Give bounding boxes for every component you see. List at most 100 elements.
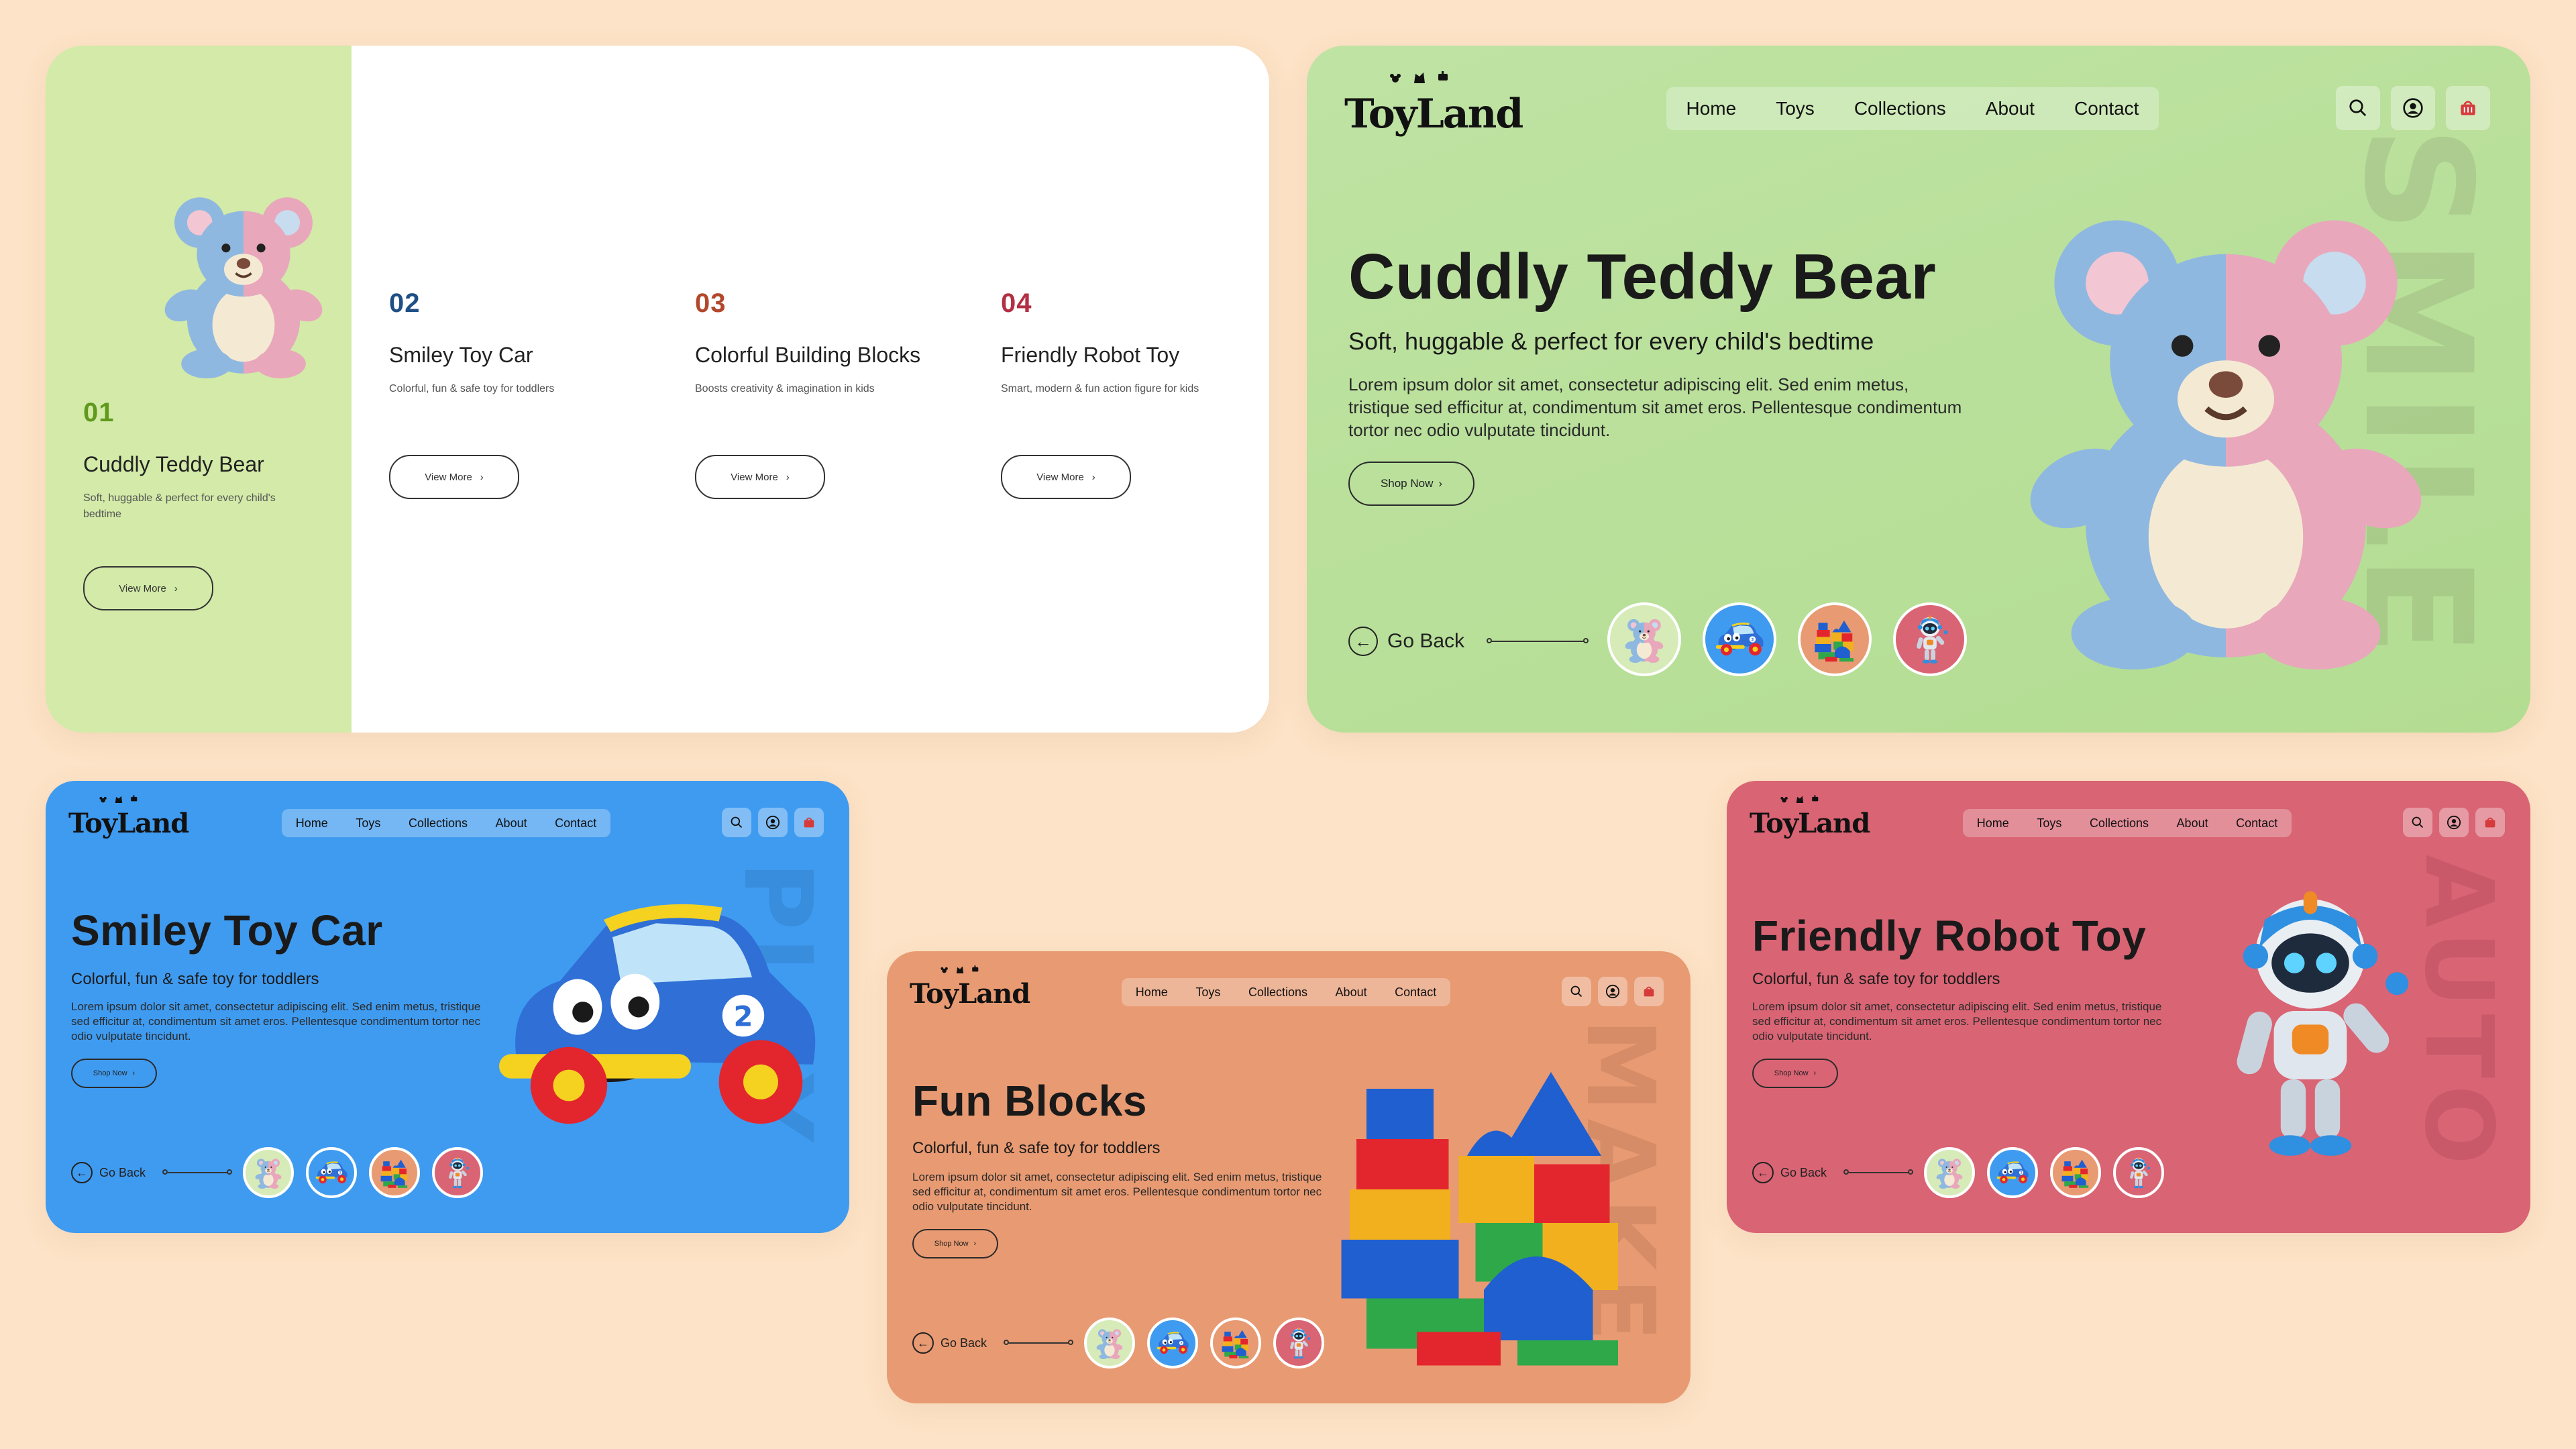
- chevron-right-icon: ›: [786, 471, 790, 483]
- account-button[interactable]: [2439, 808, 2469, 837]
- slider-track[interactable]: [1487, 638, 1589, 643]
- nav-contact[interactable]: Contact: [555, 816, 596, 830]
- item-description: Boosts creativity & imagination in kids: [695, 383, 875, 394]
- teddy-thumb-image: [1935, 1159, 1964, 1189]
- thumb-robot[interactable]: [1893, 602, 1967, 676]
- toyland-logo[interactable]: ToyLand: [910, 965, 1030, 1008]
- thumb-teddy[interactable]: [1924, 1147, 1975, 1198]
- toyland-logo[interactable]: ToyLand: [68, 795, 189, 839]
- cart-button[interactable]: [1634, 977, 1664, 1006]
- teddy-thumb-image: [1095, 1329, 1124, 1359]
- account-button[interactable]: [1598, 977, 1627, 1006]
- nav-home[interactable]: Home: [1136, 985, 1168, 1000]
- nav-home[interactable]: Home: [1977, 816, 2009, 830]
- hero-subtitle: Colorful, fun & safe toy for toddlers: [71, 970, 319, 988]
- nav-toys[interactable]: Toys: [2037, 816, 2061, 830]
- go-back-button[interactable]: ← Go Back: [71, 1162, 146, 1183]
- nav-toys[interactable]: Toys: [356, 816, 380, 830]
- nav-collections[interactable]: Collections: [2090, 816, 2149, 830]
- thumb-blocks[interactable]: [1210, 1318, 1261, 1368]
- thumb-blocks[interactable]: [369, 1147, 420, 1198]
- list-item: 02 Smiley Toy Car Colorful, fun & safe t…: [389, 288, 590, 397]
- nav-about[interactable]: About: [496, 816, 527, 830]
- search-icon: [2412, 816, 2424, 828]
- hero-title: Cuddly Teddy Bear: [1348, 241, 1937, 313]
- nav-collections[interactable]: Collections: [1854, 98, 1946, 119]
- go-back-label: Go Back: [1387, 630, 1465, 652]
- nav-contact[interactable]: Contact: [1395, 985, 1436, 1000]
- brand-name: ToyLand: [68, 808, 189, 839]
- cart-button[interactable]: [2475, 808, 2505, 837]
- item-description: Smart, modern & fun action figure for ki…: [1001, 383, 1199, 394]
- slider-track[interactable]: [1843, 1169, 1913, 1175]
- go-back-label: Go Back: [941, 1336, 987, 1350]
- shop-now-button[interactable]: Shop Now ›: [1752, 1059, 1838, 1088]
- basket-icon: [1644, 986, 1654, 997]
- search-icon: [2349, 99, 2367, 117]
- view-more-button[interactable]: View More ›: [389, 455, 519, 499]
- thumb-teddy[interactable]: [1607, 602, 1681, 676]
- search-button[interactable]: [722, 808, 751, 837]
- blocks-thumb-image: [380, 1159, 408, 1188]
- view-more-label: View More: [731, 471, 778, 483]
- nav-collections[interactable]: Collections: [409, 816, 468, 830]
- toy-car-hero-image: [482, 888, 830, 1143]
- chevron-right-icon: ›: [973, 1240, 977, 1248]
- view-more-button[interactable]: View More ›: [695, 455, 825, 499]
- go-back-button[interactable]: ← Go Back: [1348, 627, 1464, 656]
- thumb-blocks[interactable]: [2050, 1147, 2101, 1198]
- product-list-card: 01 Cuddly Teddy Bear Soft, huggable & pe…: [46, 46, 1269, 733]
- shop-now-button[interactable]: Shop Now ›: [1348, 462, 1474, 506]
- basket-icon: [804, 817, 814, 828]
- thumb-car[interactable]: [306, 1147, 357, 1198]
- cart-button[interactable]: [794, 808, 824, 837]
- shop-now-button[interactable]: Shop Now ›: [912, 1229, 998, 1258]
- nav-toys[interactable]: Toys: [1195, 985, 1220, 1000]
- go-back-button[interactable]: ← Go Back: [912, 1332, 987, 1354]
- nav-collections[interactable]: Collections: [1248, 985, 1307, 1000]
- search-button[interactable]: [2336, 86, 2380, 130]
- item-description: Soft, huggable & perfect for every child…: [83, 492, 276, 520]
- account-button[interactable]: [758, 808, 788, 837]
- slider-track[interactable]: [162, 1169, 232, 1175]
- go-back-button[interactable]: ← Go Back: [1752, 1162, 1827, 1183]
- nav-toys[interactable]: Toys: [1776, 98, 1815, 119]
- shop-now-label: Shop Now: [1774, 1069, 1809, 1077]
- view-more-button[interactable]: View More ›: [1001, 455, 1131, 499]
- chevron-right-icon: ›: [174, 582, 178, 594]
- toyland-logo[interactable]: ToyLand: [1750, 795, 1870, 837]
- view-more-button[interactable]: View More ›: [83, 566, 213, 610]
- thumb-blocks[interactable]: [1798, 602, 1872, 676]
- nav-about[interactable]: About: [1986, 98, 2035, 119]
- thumb-robot[interactable]: [432, 1147, 483, 1198]
- search-icon: [731, 816, 743, 828]
- account-button[interactable]: [2391, 86, 2435, 130]
- thumb-car[interactable]: [1147, 1318, 1198, 1368]
- list-item: 01 Cuddly Teddy Bear Soft, huggable & pe…: [83, 398, 305, 523]
- building-blocks-hero-image: [1341, 1072, 1618, 1366]
- nav-home[interactable]: Home: [296, 816, 328, 830]
- car-thumb-image: [1996, 1161, 2029, 1184]
- thumb-car[interactable]: [1703, 602, 1776, 676]
- nav-home[interactable]: Home: [1686, 98, 1737, 119]
- hero-subtitle: Colorful, fun & safe toy for toddlers: [912, 1139, 1161, 1157]
- arrow-left-icon: ←: [71, 1162, 93, 1183]
- search-button[interactable]: [1562, 977, 1591, 1006]
- shop-now-button[interactable]: Shop Now ›: [71, 1059, 157, 1088]
- thumb-teddy[interactable]: [1084, 1318, 1135, 1368]
- thumb-teddy[interactable]: [243, 1147, 294, 1198]
- nav-contact[interactable]: Contact: [2236, 816, 2277, 830]
- nav-about[interactable]: About: [2177, 816, 2208, 830]
- nav-contact[interactable]: Contact: [2074, 98, 2139, 119]
- robot-thumb-image: [2129, 1157, 2151, 1189]
- search-button[interactable]: [2403, 808, 2432, 837]
- cart-button[interactable]: [2446, 86, 2490, 130]
- thumb-car[interactable]: [1987, 1147, 2038, 1198]
- item-name: Cuddly Teddy Bear: [83, 452, 264, 476]
- toyland-logo[interactable]: ToyLand: [1344, 71, 1523, 134]
- thumb-robot[interactable]: [2113, 1147, 2164, 1198]
- slider-track[interactable]: [1004, 1340, 1073, 1345]
- nav-about[interactable]: About: [1336, 985, 1367, 1000]
- user-icon: [765, 815, 780, 830]
- robot-thumb-image: [1916, 615, 1948, 664]
